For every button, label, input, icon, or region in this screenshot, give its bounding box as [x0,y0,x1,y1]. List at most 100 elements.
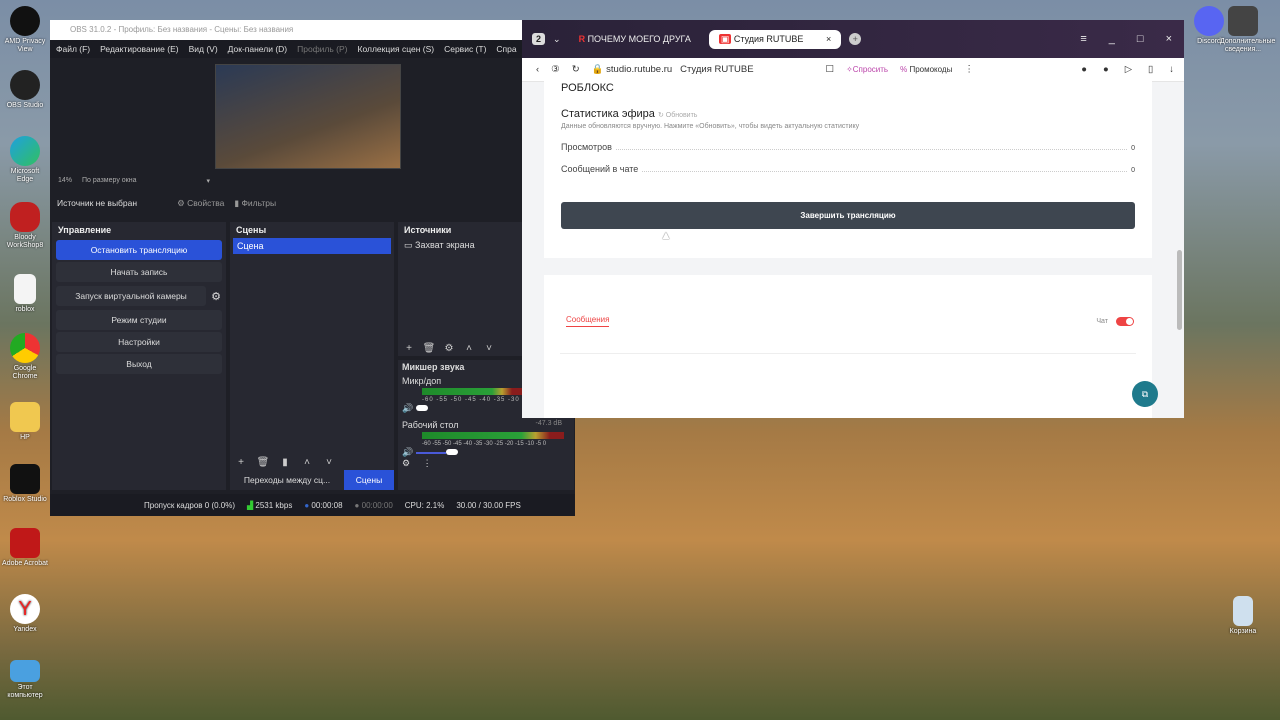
end-stream-button[interactable]: Завершить трансляцию [561,202,1135,229]
exit-button[interactable]: Выход [56,354,222,374]
chevron-down-icon[interactable]: ⌄ [553,34,561,45]
bookmark-icon[interactable]: ☐ [826,64,835,75]
page-title: Студия RUTUBE [680,64,754,75]
extension-icon[interactable]: ● [1103,64,1109,75]
trash-icon[interactable]: 🗑 [256,457,270,468]
zoom-control[interactable]: 14% По размеру окна ▾ [58,177,210,185]
promo-button[interactable]: % Промокоды [900,65,952,74]
no-source-label: Источник не выбран [57,198,138,208]
reload-icon[interactable]: ↻ [572,64,580,75]
menu-view[interactable]: Вид (V) [189,40,218,58]
desktop-icon-roblox-studio[interactable]: Roblox Studio [2,464,48,504]
desktop-icon-amd[interactable]: AMD Privacy View [2,6,48,54]
trash-icon[interactable]: 🗑 [422,343,436,354]
support-chat-icon[interactable]: ⧉ [1132,381,1158,407]
tab-count[interactable]: 2 [532,33,546,45]
dropped-frames: Пропуск кадров 0 (0.0%) [144,500,236,510]
record-time-value: 00:00:00 [361,500,393,510]
more-icon[interactable]: ⋮ [423,458,432,468]
tab-transitions[interactable]: Переходы между сц... [230,470,344,490]
stat-value: 0 [1131,167,1135,174]
desktop-icon-roblox-file[interactable]: roblox [2,274,48,314]
chevron-up-icon[interactable]: ˄ [300,457,314,468]
minimize-icon[interactable]: _ [1109,33,1115,45]
filter-icon[interactable]: ▮ [278,457,292,468]
url-field[interactable]: 🔒 studio.rutube.ru Студия RUTUBE [592,64,754,75]
desktop-icon-yandex[interactable]: Y Yandex [2,594,48,634]
icon-label: Корзина [1229,628,1257,635]
stat-value: 0 [1131,145,1135,152]
settings-button[interactable]: Настройки [56,332,222,352]
menu-tools[interactable]: Сервис (T) [444,40,486,58]
gear-icon[interactable]: ⚙ [442,343,456,354]
tab-video[interactable]: R ПОЧЕМУ МОЕГО ДРУГА [569,30,701,48]
add-icon[interactable]: + [234,457,248,468]
menu-edit[interactable]: Редактирование (E) [100,40,178,58]
tab-messages[interactable]: Сообщения [566,315,610,327]
menu-scene-collection[interactable]: Коллекция сцен (S) [358,40,435,58]
filters-label: Фильтры [241,197,277,208]
close-icon[interactable]: × [826,34,831,44]
close-icon[interactable]: × [1166,33,1172,45]
desktop-icon-edge[interactable]: Microsoft Edge [2,136,48,184]
virtual-camera-button[interactable]: Запуск виртуальной камеры [56,286,206,306]
desktop-icon-extra-info[interactable]: Дополнительные сведения... [1220,6,1275,54]
icon-label: Adobe Acrobat [2,560,48,567]
stream-time: ● 00:00:08 [304,501,342,510]
properties-button[interactable]: ⚙ Свойства [177,198,224,209]
icon-label: HP [20,434,30,441]
refresh-button[interactable]: ↻ Обновить [658,112,698,119]
desktop-icon-trash[interactable]: Корзина [1220,596,1266,636]
desktop-icon-this-pc[interactable]: Этот компьютер [2,660,48,700]
desktop-icon-hp-folder[interactable]: HP [2,402,48,442]
volume-meter [422,432,564,439]
start-recording-button[interactable]: Начать запись [56,262,222,282]
dock-tabs: Переходы между сц... Сцены [230,470,394,490]
new-tab-button[interactable]: + [849,33,862,45]
menu-docks[interactable]: Док-панели (D) [228,40,287,58]
volume-slider[interactable]: 🔊 [402,447,570,458]
gear-icon[interactable]: ⚙ [206,290,226,303]
add-icon[interactable]: + [402,343,416,354]
chat-toggle[interactable]: Чат [1096,317,1134,326]
desktop-icon-bloody[interactable]: Bloody WorkShop8 [2,202,48,250]
tab-rutube-studio[interactable]: ▣ Студия RUTUBE × [708,29,842,49]
menu-help[interactable]: Спра [496,40,516,58]
desktop-icon-obs[interactable]: OBS Studio [2,70,48,110]
protect-icon[interactable]: ③ [551,64,560,75]
icon-label: Дополнительные сведения... [1220,38,1276,53]
collections-icon[interactable]: ▯ [1148,64,1153,75]
track-db: -47.3 dB [535,420,562,427]
scrollbar[interactable] [1177,100,1182,340]
promo-label: Промокоды [909,65,953,74]
back-icon[interactable]: ‹ [536,64,539,75]
zoom-level: 14% [58,177,73,184]
more-icon[interactable]: ⋮ [964,64,974,75]
signal-icon: ▟ [247,500,254,510]
desktop-icon-acrobat[interactable]: Adobe Acrobat [2,528,48,568]
fps: 30.00 / 30.00 FPS [456,500,521,510]
download-icon[interactable]: ↓ [1169,64,1174,75]
chevron-down-icon[interactable]: ˅ [322,457,336,468]
extension-icon[interactable]: ● [1081,64,1087,75]
maximize-icon[interactable]: □ [1137,33,1144,45]
record-icon: ● [354,500,360,510]
source-item[interactable]: ▭ Захват экрана [398,238,522,253]
ask-button[interactable]: ✧Спросить [846,65,888,74]
studio-mode-button[interactable]: Режим студии [56,310,222,330]
menu-profile[interactable]: Профиль (P) [297,40,347,58]
filters-button[interactable]: ▮ Фильтры [234,198,276,209]
desktop-icon-chrome[interactable]: Google Chrome [2,333,48,381]
gear-icon[interactable]: ⚙ [402,458,410,468]
menu-icon[interactable]: ≡ [1080,33,1086,45]
menu-file[interactable]: Файл (F) [56,40,90,58]
scene-item[interactable]: Сцена [233,238,391,254]
chevron-up-icon[interactable]: ˄ [462,343,476,354]
tab-scenes[interactable]: Сцены [344,470,394,490]
speaker-icon[interactable]: 🔊 [402,447,413,457]
stop-streaming-button[interactable]: Остановить трансляцию [56,240,222,260]
chevron-down-icon[interactable]: ˅ [482,343,496,354]
video-icon[interactable]: ▷ [1125,64,1132,75]
obs-preview[interactable] [215,64,401,169]
speaker-icon[interactable]: 🔊 [402,403,413,413]
